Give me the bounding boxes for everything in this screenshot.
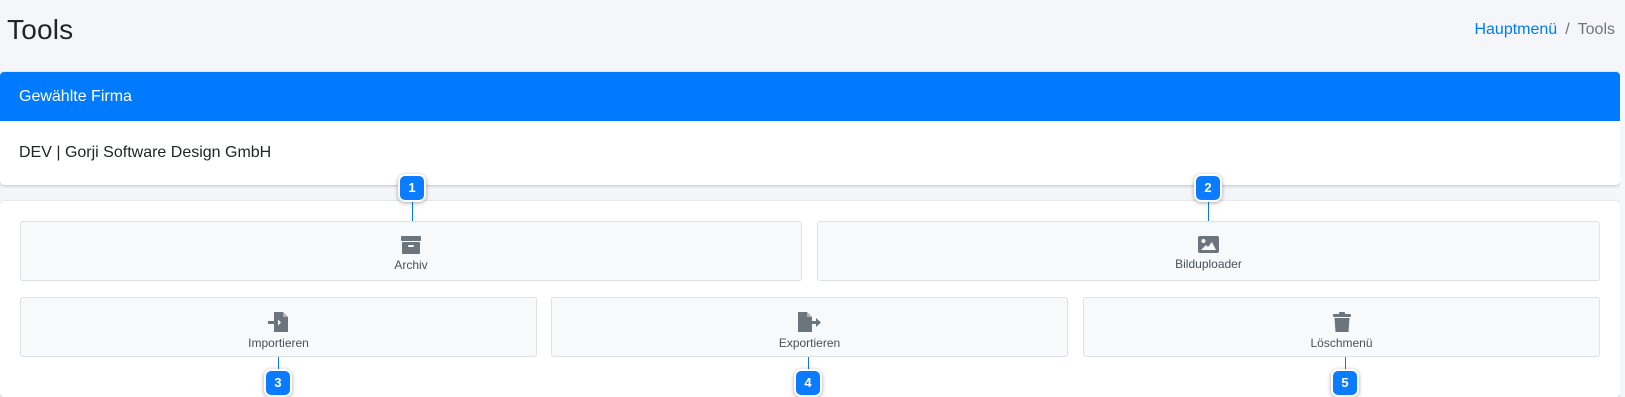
callout-badge-4: 4 <box>794 369 822 397</box>
callout-line-1 <box>412 202 413 221</box>
exportieren-button[interactable]: Exportieren <box>551 297 1068 357</box>
loeschmenue-label: Löschmenü <box>1310 336 1373 350</box>
file-export-icon <box>797 312 821 332</box>
importieren-label: Importieren <box>248 336 309 350</box>
callout-badge-2: 2 <box>1194 174 1222 202</box>
image-icon <box>1198 236 1219 253</box>
content-header: Tools Hauptmenü / Tools <box>0 0 1625 72</box>
page-title: Tools <box>7 14 74 45</box>
archiv-button[interactable]: Archiv <box>20 221 802 281</box>
trash-icon <box>1332 312 1351 332</box>
exportieren-label: Exportieren <box>778 336 841 350</box>
breadcrumb: Hauptmenü / Tools <box>1474 21 1615 39</box>
selected-company-header: Gewählte Firma <box>0 72 1620 121</box>
file-import-icon <box>267 312 288 332</box>
breadcrumb-current: Tools <box>1577 21 1615 38</box>
loeschmenue-button[interactable]: Löschmenü <box>1083 297 1600 357</box>
callout-line-2 <box>1208 202 1209 221</box>
bilduploader-label: Bilduploader <box>1175 257 1242 271</box>
callout-badge-3: 3 <box>264 369 292 397</box>
callout-badge-1: 1 <box>398 174 426 202</box>
archiv-label: Archiv <box>394 258 428 272</box>
selected-company-name: DEV | Gorji Software Design GmbH <box>19 144 272 161</box>
bilduploader-button[interactable]: Bilduploader <box>817 221 1600 281</box>
selected-company-card: Gewählte Firma DEV | Gorji Software Desi… <box>0 72 1620 185</box>
breadcrumb-separator: / <box>1565 21 1570 38</box>
importieren-button[interactable]: Importieren <box>20 297 537 357</box>
scrollbar[interactable] <box>1620 0 1625 397</box>
callout-badge-5: 5 <box>1331 369 1359 397</box>
archive-icon <box>401 236 421 254</box>
breadcrumb-home-link[interactable]: Hauptmenü <box>1474 21 1557 38</box>
